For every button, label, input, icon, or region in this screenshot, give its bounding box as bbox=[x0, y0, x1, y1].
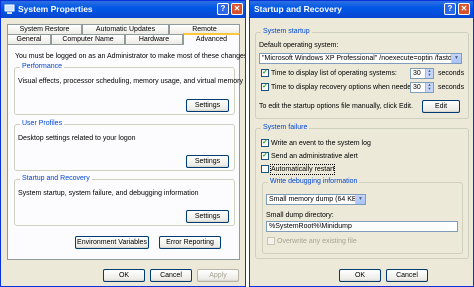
default-os-label: Default operating system: bbox=[259, 42, 339, 49]
edit-instruction: To edit the startup options file manuall… bbox=[259, 103, 413, 110]
window-title: Startup and Recovery bbox=[254, 4, 342, 14]
time-recovery-value: 30 bbox=[413, 84, 421, 91]
time-display-checkbox[interactable]: ✓ bbox=[261, 69, 269, 77]
startup-recovery-group: Startup and Recovery System startup, sys… bbox=[14, 175, 235, 226]
system-startup-group: System startup Default operating system:… bbox=[255, 28, 469, 119]
time-recovery-label: Time to display recovery options when ne… bbox=[271, 84, 418, 91]
time-recovery-spinner[interactable]: 30 ▲ ▼ bbox=[410, 82, 434, 93]
computer-icon bbox=[4, 4, 15, 14]
dump-directory-value: %SystemRoot%\Minidump bbox=[269, 223, 352, 230]
cancel-button[interactable]: Cancel bbox=[386, 269, 428, 282]
startup-recovery-description: System startup, system failure, and debu… bbox=[18, 190, 199, 197]
ok-button[interactable]: OK bbox=[103, 269, 145, 282]
performance-description: Visual effects, processor scheduling, me… bbox=[18, 78, 244, 85]
write-event-checkbox[interactable]: ✓ bbox=[261, 139, 269, 147]
dump-directory-input[interactable]: %SystemRoot%\Minidump bbox=[266, 221, 458, 232]
auto-restart-checkbox[interactable] bbox=[261, 165, 269, 173]
default-os-select[interactable]: "Microsoft Windows XP Professional" /noe… bbox=[259, 53, 462, 64]
question-icon: ? bbox=[447, 4, 453, 13]
write-debugging-group: Write debugging information Small memory… bbox=[262, 178, 463, 254]
startup-recovery-settings-button[interactable]: Settings bbox=[186, 210, 229, 223]
user-profiles-settings-button[interactable]: Settings bbox=[186, 155, 229, 168]
system-failure-title: System failure bbox=[261, 124, 310, 131]
user-profiles-group: User Profiles Desktop settings related t… bbox=[14, 120, 235, 171]
admin-notice: You must be logged on as an Administrato… bbox=[15, 53, 246, 60]
seconds-label: seconds bbox=[438, 70, 465, 77]
startup-recovery-window: Startup and Recovery ? ✕ System startup … bbox=[249, 0, 474, 287]
tab-advanced[interactable]: Advanced bbox=[183, 33, 240, 45]
overwrite-checkbox[interactable] bbox=[267, 237, 275, 245]
dump-type-select[interactable]: Small memory dump (64 KB) ▼ bbox=[266, 194, 366, 205]
spinner-arrows-icon[interactable]: ▲ ▼ bbox=[425, 69, 433, 78]
send-alert-checkbox[interactable]: ✓ bbox=[261, 152, 269, 160]
time-display-value: 30 bbox=[413, 70, 421, 77]
system-failure-group: System failure ✓ Write an event to the s… bbox=[255, 124, 469, 259]
performance-settings-button[interactable]: Settings bbox=[186, 99, 229, 112]
help-button[interactable]: ? bbox=[217, 3, 229, 15]
close-icon: ✕ bbox=[460, 4, 468, 13]
time-display-label: Time to display list of operating system… bbox=[271, 70, 397, 77]
ok-button[interactable]: OK bbox=[339, 269, 381, 282]
send-alert-label: Send an administrative alert bbox=[271, 153, 358, 160]
performance-title: Performance bbox=[20, 63, 65, 70]
chevron-down-icon[interactable]: ▼ bbox=[451, 54, 461, 63]
default-os-value: "Microsoft Windows XP Professional" /noe… bbox=[262, 55, 462, 62]
help-button[interactable]: ? bbox=[444, 3, 456, 15]
write-event-label: Write an event to the system log bbox=[271, 140, 371, 147]
title-bar[interactable]: System Properties ? ✕ bbox=[1, 1, 245, 18]
tab-automatic-updates[interactable]: Automatic Updates bbox=[82, 24, 169, 34]
time-display-spinner[interactable]: 30 ▲ ▼ bbox=[410, 68, 434, 79]
tab-general[interactable]: General bbox=[7, 34, 51, 44]
advanced-tab-panel: You must be logged on as an Administrato… bbox=[7, 44, 245, 260]
dump-directory-label: Small dump directory: bbox=[266, 212, 334, 219]
dump-type-value: Small memory dump (64 KB) bbox=[269, 196, 359, 203]
tab-hardware[interactable]: Hardware bbox=[125, 34, 183, 44]
edit-button[interactable]: Edit bbox=[422, 100, 460, 113]
close-button[interactable]: ✕ bbox=[458, 3, 470, 15]
close-button[interactable]: ✕ bbox=[231, 3, 243, 15]
startup-recovery-title: Startup and Recovery bbox=[20, 175, 92, 182]
system-startup-title: System startup bbox=[261, 28, 312, 35]
tab-system-restore[interactable]: System Restore bbox=[7, 24, 82, 34]
spinner-arrows-icon[interactable]: ▲ ▼ bbox=[425, 83, 433, 92]
time-recovery-checkbox[interactable]: ✓ bbox=[261, 83, 269, 91]
seconds-label: seconds bbox=[438, 84, 465, 91]
performance-group: Performance Visual effects, processor sc… bbox=[14, 63, 243, 115]
window-title: System Properties bbox=[18, 4, 93, 14]
environment-variables-button[interactable]: Environment Variables bbox=[75, 236, 149, 249]
cancel-button[interactable]: Cancel bbox=[150, 269, 192, 282]
tab-computer-name[interactable]: Computer Name bbox=[51, 34, 125, 44]
write-debugging-title: Write debugging information bbox=[268, 178, 360, 185]
apply-button[interactable]: Apply bbox=[197, 269, 239, 282]
close-icon: ✕ bbox=[233, 4, 241, 13]
overwrite-label: Overwrite any existing file bbox=[277, 238, 357, 245]
error-reporting-button[interactable]: Error Reporting bbox=[159, 236, 221, 249]
chevron-down-icon[interactable]: ▼ bbox=[355, 195, 365, 204]
question-icon: ? bbox=[220, 4, 226, 13]
auto-restart-label: Automatically restart bbox=[269, 164, 336, 175]
user-profiles-title: User Profiles bbox=[20, 120, 65, 127]
user-profiles-description: Desktop settings related to your logon bbox=[18, 135, 136, 142]
system-properties-window: System Properties ? ✕ System Restore Aut… bbox=[0, 0, 246, 287]
title-bar[interactable]: Startup and Recovery ? ✕ bbox=[250, 1, 473, 18]
